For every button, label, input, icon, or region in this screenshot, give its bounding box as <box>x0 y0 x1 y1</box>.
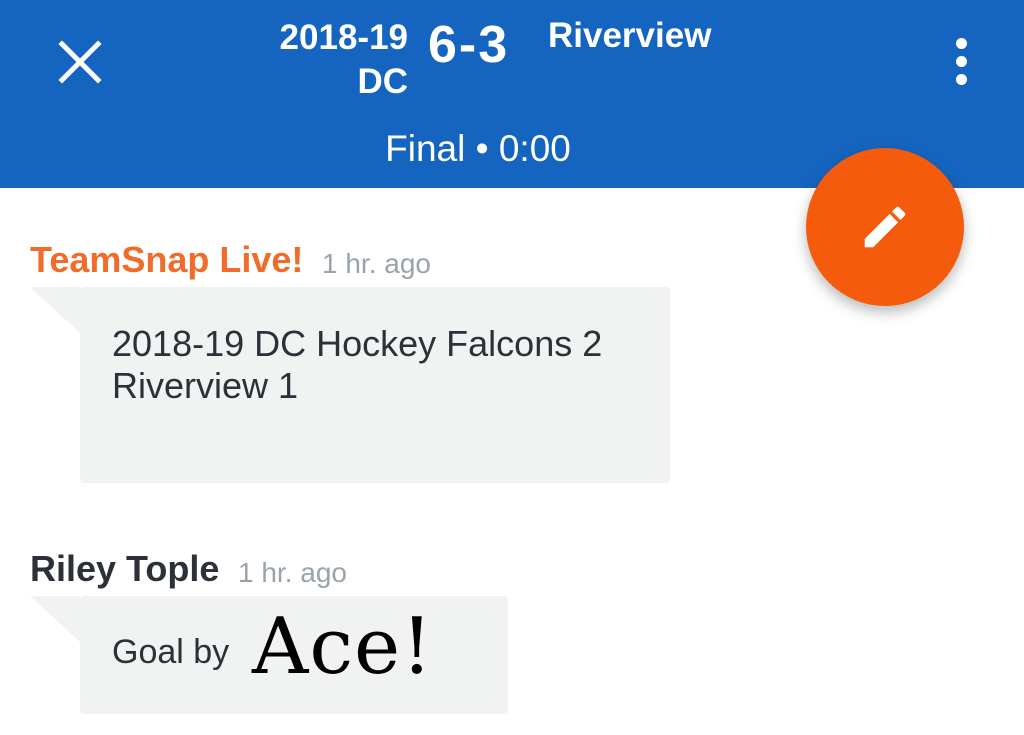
more-options-button[interactable] <box>946 34 978 90</box>
message-text: 2018-19 DC Hockey Falcons 2 Riverview 1 <box>112 323 603 406</box>
more-vertical-icon-dot <box>956 74 967 85</box>
message-text: Goal by <box>112 633 230 671</box>
close-icon <box>58 40 102 84</box>
message-author: TeamSnap Live! <box>30 239 304 280</box>
message-bubble-tail <box>30 287 80 333</box>
close-button[interactable] <box>56 38 104 86</box>
message-timestamp: 1 hr. ago <box>238 557 347 588</box>
message-author: Riley Tople <box>30 548 220 589</box>
pencil-icon <box>864 206 906 248</box>
home-team-name: 2018-19 DC <box>279 18 408 101</box>
message-timestamp: 1 hr. ago <box>322 248 431 279</box>
game-score: 6-3 <box>428 16 510 74</box>
more-vertical-icon-dot <box>956 56 967 67</box>
overlay-text: Ace! <box>252 602 434 692</box>
message-bubble: 2018-19 DC Hockey Falcons 2 Riverview 1 <box>80 287 670 483</box>
away-team-name: Riverview <box>548 16 712 55</box>
game-status: Final • 0:00 <box>385 128 571 169</box>
message-bubble-tail <box>30 596 80 642</box>
more-vertical-icon <box>956 38 967 49</box>
compose-message-button[interactable] <box>806 148 964 306</box>
